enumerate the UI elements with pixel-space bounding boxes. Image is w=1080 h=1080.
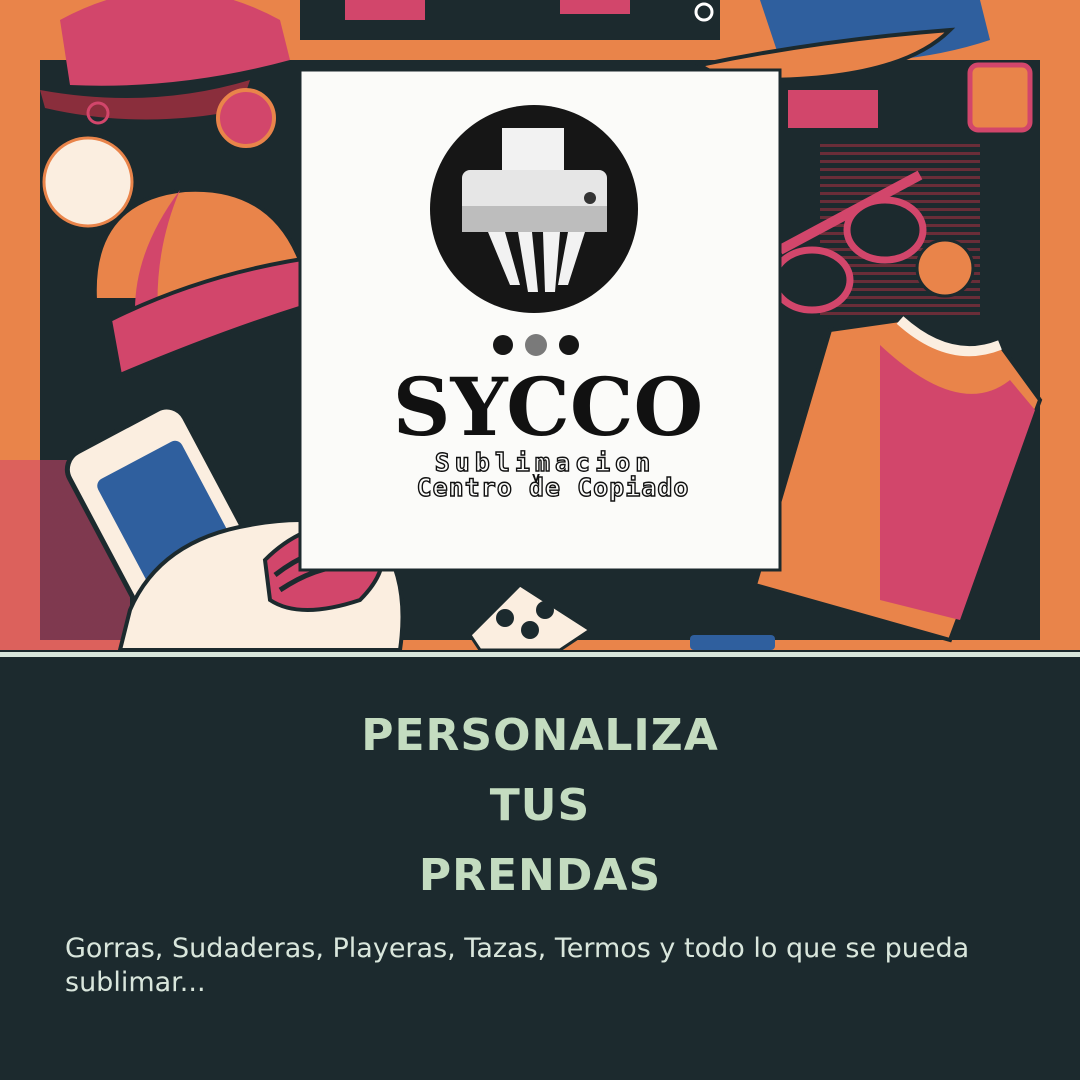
brand-name: SYCCO <box>393 360 704 454</box>
headline-line-1: PERSONALIZA <box>361 710 719 761</box>
headline-line-3: PRENDAS <box>418 850 662 901</box>
hero-artwork: SYCCO Sublimacion y Centro de Copiado <box>0 0 1080 650</box>
promo-poster: SYCCO Sublimacion y Centro de Copiado PE… <box>0 0 1080 1080</box>
headline-line-2: TUS <box>489 780 591 831</box>
description-text: Gorras, Sudaderas, Playeras, Tazas, Term… <box>65 933 970 998</box>
logo-line-2: Centro de Copiado <box>417 473 690 502</box>
hero-illustration: SYCCO Sublimacion y Centro de Copiado <box>0 0 1080 650</box>
printer-icon <box>430 105 638 313</box>
dots-icon <box>493 334 579 356</box>
